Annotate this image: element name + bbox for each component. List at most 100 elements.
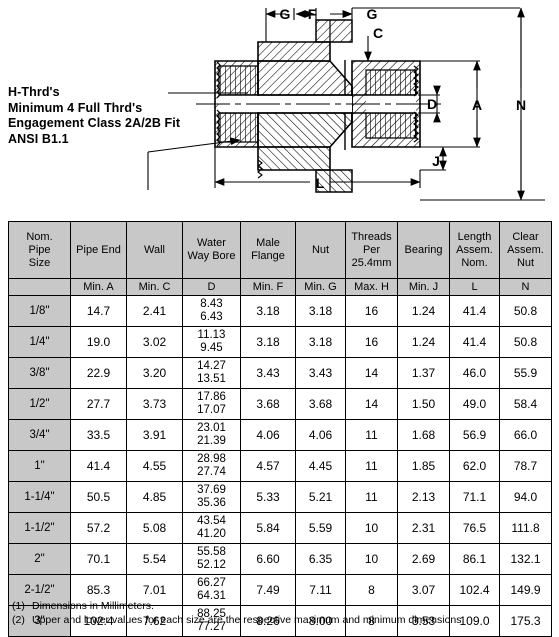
note-line-2: Minimum 4 Full Thrd's	[8, 100, 143, 115]
cell-length-assem-l: 41.4	[449, 326, 500, 358]
cell-nominal-pipe-size: 1/8"	[8, 295, 71, 327]
dim-label-L: L	[316, 175, 325, 191]
cell-male-flange-min-f: 5.33	[240, 481, 296, 513]
cell-wall-min-c: 4.85	[126, 481, 183, 513]
bore-min-value: 9.45	[200, 342, 223, 354]
cell-clear-assem-nut-n: 50.8	[499, 326, 552, 358]
footnote-1-text: Dimensions in Millimeters.	[32, 600, 154, 612]
cell-nut-min-g: 5.59	[295, 512, 346, 544]
table-row: 1" 41.4 4.55 28.98 27.74 4.57 4.45 11 1.85 62.0 78…	[8, 450, 552, 482]
cell-male-flange-min-f: 3.43	[240, 357, 296, 389]
cell-wall-min-c: 5.54	[126, 543, 183, 575]
cell-bearing-min-j: 1.50	[397, 388, 450, 420]
table-row: 1/8" 14.7 2.41 8.43 6.43 3.18 3.18 16 1.24 41.4 50…	[8, 295, 552, 327]
bore-min-value: 13.51	[197, 373, 226, 385]
cell-nut-min-g: 5.21	[295, 481, 346, 513]
table-row: 2" 70.1 5.54 55.58 52.12 6.60 6.35 10 2.69 86.1 13…	[8, 543, 552, 575]
cell-bearing-min-j: 1.24	[397, 295, 450, 327]
cell-clear-assem-nut-n: 58.4	[499, 388, 552, 420]
bore-min-value: 35.36	[197, 497, 226, 509]
col-header-threads-per-25-4mm: Threads Per 25.4mm	[345, 221, 398, 279]
cell-nominal-pipe-size: 1/2"	[8, 388, 71, 420]
cell-pipe-end-min-a: 27.7	[70, 388, 127, 420]
col-header-nut: Nut	[295, 221, 346, 279]
symbol-header-row: Min. A Min. C D Min. F Min. G Max. H Min…	[8, 278, 552, 296]
cell-clear-assem-nut-n: 175.3	[499, 605, 552, 637]
cell-nominal-pipe-size: 3/8"	[8, 357, 71, 389]
thread-note-block: H-Thrd's Minimum 4 Full Thrd's Engagemen…	[8, 85, 180, 147]
cell-clear-assem-nut-n: 132.1	[499, 543, 552, 575]
cell-threads-max-h: 11	[345, 481, 398, 513]
cell-nut-min-g: 3.18	[295, 326, 346, 358]
cell-length-assem-l: 76.5	[449, 512, 500, 544]
dim-label-A: A	[472, 97, 482, 113]
cell-water-way-bore-d: 14.27 13.51	[182, 357, 241, 389]
cell-pipe-end-min-a: 41.4	[70, 450, 127, 482]
cell-water-way-bore-d: 8.43 6.43	[182, 295, 241, 327]
table-row: 3/8" 22.9 3.20 14.27 13.51 3.43 3.43 14 1.37 46.0…	[8, 357, 552, 389]
cell-threads-max-h: 16	[345, 326, 398, 358]
dim-label-G2: G	[367, 6, 378, 22]
cell-bearing-min-j: 2.69	[397, 543, 450, 575]
bore-max-value: 8.43	[200, 298, 223, 310]
sym-header-n: N	[499, 278, 552, 296]
cell-nominal-pipe-size: 2"	[8, 543, 71, 575]
cell-pipe-end-min-a: 57.2	[70, 512, 127, 544]
cell-clear-assem-nut-n: 149.9	[499, 574, 552, 606]
cell-male-flange-min-f: 3.18	[240, 295, 296, 327]
col-header-wall: Wall	[126, 221, 183, 279]
sym-header-min-c: Min. C	[126, 278, 183, 296]
dim-label-D: D	[427, 96, 437, 112]
cell-bearing-min-j: 1.37	[397, 357, 450, 389]
bore-max-value: 14.27	[197, 360, 226, 372]
col-header-water-way-bore: Water Way Bore	[182, 221, 241, 279]
cell-pipe-end-min-a: 19.0	[70, 326, 127, 358]
cell-pipe-end-min-a: 50.5	[70, 481, 127, 513]
col-header-pipe-end: Pipe End	[70, 221, 127, 279]
cell-water-way-bore-d: 17.86 17.07	[182, 388, 241, 420]
table-row: 1-1/4" 50.5 4.85 37.69 35.36 5.33 5.21 11 2.13 71…	[8, 481, 552, 513]
cell-nut-min-g: 4.45	[295, 450, 346, 482]
sym-header-min-a: Min. A	[70, 278, 127, 296]
cell-male-flange-min-f: 3.68	[240, 388, 296, 420]
col-header-clear-assem-nut: Clear Assem. Nut	[499, 221, 552, 279]
cell-water-way-bore-d: 23.01 21.39	[182, 419, 241, 451]
bore-max-value: 43.54	[197, 515, 226, 527]
col-header-length-assem-nom: Length Assem. Nom.	[449, 221, 500, 279]
cell-length-assem-l: 49.0	[449, 388, 500, 420]
cell-wall-min-c: 3.02	[126, 326, 183, 358]
bore-min-value: 17.07	[197, 404, 226, 416]
footnote-1-num: (1)	[12, 600, 25, 612]
cell-pipe-end-min-a: 22.9	[70, 357, 127, 389]
bore-max-value: 11.13	[197, 329, 226, 341]
sym-header-min-f: Min. F	[240, 278, 296, 296]
cell-pipe-end-min-a: 70.1	[70, 543, 127, 575]
table-head: Nom. Pipe Size Pipe End Wall Water Way B…	[8, 221, 552, 296]
cell-pipe-end-min-a: 33.5	[70, 419, 127, 451]
bore-min-value: 27.74	[197, 466, 226, 478]
dim-label-C: C	[373, 25, 383, 41]
dimension-table: Nom. Pipe Size Pipe End Wall Water Way B…	[8, 221, 552, 637]
bore-min-value: 21.39	[197, 435, 226, 447]
dim-label-N: N	[516, 97, 526, 113]
cell-nominal-pipe-size: 1"	[8, 450, 71, 482]
cell-nut-min-g: 6.35	[295, 543, 346, 575]
sym-header-max-h: Max. H	[345, 278, 398, 296]
sym-header-blank	[8, 278, 71, 296]
union-body-section	[196, 19, 443, 193]
col-header-male-flange: Male Flange	[240, 221, 296, 279]
dim-label-G1: G	[280, 6, 291, 22]
cell-bearing-min-j: 2.31	[397, 512, 450, 544]
cell-bearing-min-j: 1.85	[397, 450, 450, 482]
cell-length-assem-l: 71.1	[449, 481, 500, 513]
bore-max-value: 28.98	[197, 453, 226, 465]
cell-male-flange-min-f: 4.57	[240, 450, 296, 482]
footnote-2: (2) Upper and lower values for each size …	[12, 613, 464, 627]
cell-wall-min-c: 3.73	[126, 388, 183, 420]
cell-nut-min-g: 3.68	[295, 388, 346, 420]
table-row: 1/2" 27.7 3.73 17.86 17.07 3.68 3.68 14 1.50 49.0…	[8, 388, 552, 420]
sym-header-min-g: Min. G	[295, 278, 346, 296]
bore-max-value: 23.01	[197, 422, 226, 434]
dim-label-F: F	[308, 6, 317, 22]
cell-bearing-min-j: 1.24	[397, 326, 450, 358]
